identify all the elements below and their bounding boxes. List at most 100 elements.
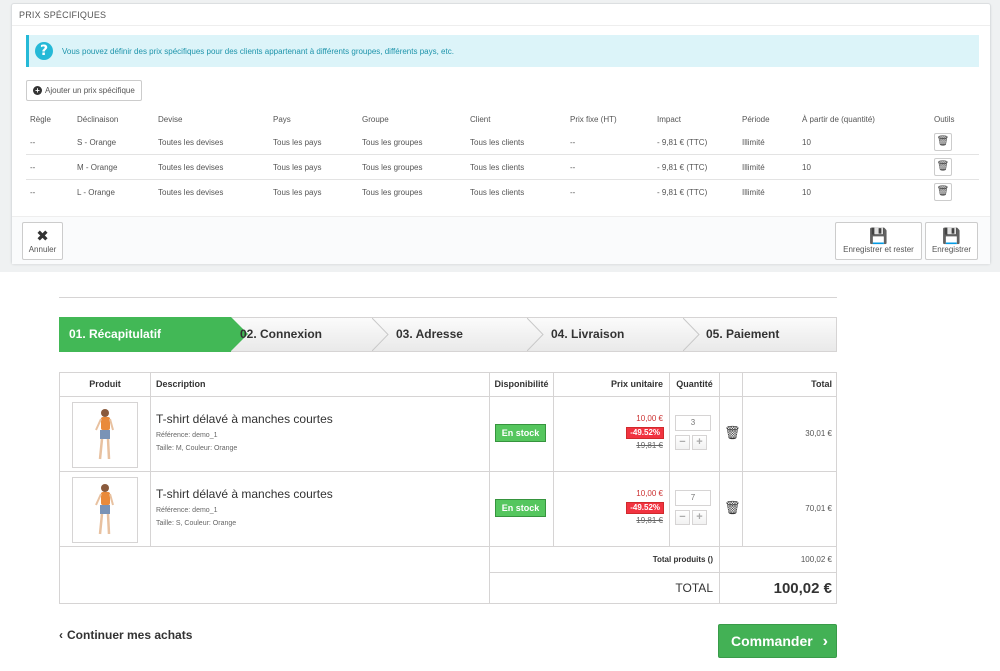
step-payment[interactable]: 05. Paiement bbox=[706, 318, 779, 351]
total-cell: 30,01 € bbox=[743, 397, 837, 472]
continue-shopping-label: Continuer mes achats bbox=[67, 628, 193, 642]
save-and-stay-label: Enregistrer et rester bbox=[843, 245, 914, 254]
panel-title: PRIX SPÉCIFIQUES bbox=[12, 4, 990, 26]
continue-shopping-link[interactable]: ‹ Continuer mes achats bbox=[59, 628, 192, 642]
cell-combination: L - Orange bbox=[77, 188, 115, 197]
chevron-right-icon: › bbox=[822, 633, 828, 650]
product-attributes-link[interactable]: Taille: S, Couleur: Orange bbox=[156, 520, 236, 527]
in-stock-badge: En stock bbox=[495, 424, 546, 442]
total-label: TOTAL bbox=[490, 573, 720, 604]
cell-impact: - 9,81 € (TTC) bbox=[657, 188, 708, 197]
step-address[interactable]: 03. Adresse bbox=[396, 318, 463, 351]
header-quantity: Quantité bbox=[670, 373, 720, 397]
cell-impact: - 9,81 € (TTC) bbox=[657, 163, 708, 172]
discount-badge: -49.52% bbox=[626, 502, 664, 514]
cell-rule: -- bbox=[30, 163, 36, 172]
cart-table: Produit Description Disponibilité Prix u… bbox=[59, 372, 837, 604]
cell-currency: Toutes les devises bbox=[158, 188, 224, 197]
chevron-left-icon: ‹ bbox=[59, 628, 63, 642]
add-specific-price-button[interactable]: + Ajouter un prix spécifique bbox=[26, 80, 142, 101]
cell-currency: Toutes les devises bbox=[158, 138, 224, 147]
product-image-cell bbox=[60, 472, 151, 547]
cell-rule: -- bbox=[30, 138, 36, 147]
step-summary[interactable]: 01. Récapitulatif bbox=[69, 318, 161, 351]
checkout-button[interactable]: Commander › bbox=[718, 624, 837, 658]
unit-price: 10,00 € bbox=[636, 489, 663, 498]
step-login[interactable]: 02. Connexion bbox=[240, 318, 322, 351]
discount-badge: -49.52% bbox=[626, 427, 664, 439]
cell-from-quantity: 10 bbox=[802, 188, 811, 197]
step-separator bbox=[372, 318, 389, 351]
cell-from-quantity: 10 bbox=[802, 163, 811, 172]
plus-circle-icon: + bbox=[33, 86, 42, 95]
quantity-increase-button[interactable]: + bbox=[692, 435, 707, 450]
cell-impact: - 9,81 € (TTC) bbox=[657, 138, 708, 147]
cell-fixed-price: -- bbox=[570, 138, 576, 147]
delete-price-button[interactable]: 🗑 bbox=[934, 133, 952, 151]
line-total: 70,01 € bbox=[805, 504, 832, 513]
cell-combination: S - Orange bbox=[77, 138, 117, 147]
add-specific-price-label: Ajouter un prix spécifique bbox=[45, 86, 135, 95]
quantity-decrease-button[interactable]: − bbox=[675, 435, 690, 450]
product-reference: Référence: demo_1 bbox=[156, 507, 218, 514]
col-period: Période bbox=[742, 115, 770, 124]
line-total: 30,01 € bbox=[805, 429, 832, 438]
product-image[interactable] bbox=[72, 477, 138, 543]
delete-price-button[interactable]: 🗑 bbox=[934, 158, 952, 176]
panel-footer: ✖ Annuler 💾 Enregistrer et rester 💾 Enre… bbox=[12, 216, 990, 264]
trash-icon: 🗑 bbox=[936, 161, 950, 172]
old-price: 19,81 € bbox=[636, 516, 663, 525]
col-currency: Devise bbox=[158, 115, 183, 124]
cell-customer: Tous les clients bbox=[470, 188, 525, 197]
checkout-steps: 01. Récapitulatif 02. Connexion 03. Adre… bbox=[59, 317, 837, 352]
col-fixed-price: Prix fixe (HT) bbox=[570, 115, 617, 124]
col-customer: Client bbox=[470, 115, 491, 124]
delete-price-button[interactable]: 🗑 bbox=[934, 183, 952, 201]
info-text: Vous pouvez définir des prix spécifiques… bbox=[62, 46, 454, 56]
availability-cell: En stock bbox=[490, 472, 554, 547]
delete-cell: 🗑 bbox=[720, 397, 743, 472]
quantity-decrease-button[interactable]: − bbox=[675, 510, 690, 525]
cell-group: Tous les groupes bbox=[362, 138, 423, 147]
quantity-cell: 7 − + bbox=[670, 472, 720, 547]
product-attributes-link[interactable]: Taille: M, Couleur: Orange bbox=[156, 445, 237, 452]
cancel-button[interactable]: ✖ Annuler bbox=[22, 222, 63, 260]
checkout-label: Commander bbox=[731, 633, 813, 649]
cell-group: Tous les groupes bbox=[362, 163, 423, 172]
cell-group: Tous les groupes bbox=[362, 188, 423, 197]
trash-icon[interactable]: 🗑 bbox=[724, 425, 741, 441]
quantity-input[interactable]: 3 bbox=[675, 415, 711, 431]
specific-price-row: -- M - Orange Toutes les devises Tous le… bbox=[26, 155, 979, 180]
trash-icon[interactable]: 🗑 bbox=[724, 500, 741, 516]
quantity-increase-button[interactable]: + bbox=[692, 510, 707, 525]
cell-period: Illimité bbox=[742, 138, 765, 147]
quantity-input[interactable]: 7 bbox=[675, 490, 711, 506]
total-cell: 70,01 € bbox=[743, 472, 837, 547]
total-products-label: Total produits () bbox=[490, 547, 720, 573]
product-name-link[interactable]: T-shirt délavé à manches courtes bbox=[156, 412, 333, 426]
header-description: Description bbox=[151, 373, 490, 397]
product-image[interactable] bbox=[72, 402, 138, 468]
save-button[interactable]: 💾 Enregistrer bbox=[925, 222, 978, 260]
step-shipping[interactable]: 04. Livraison bbox=[551, 318, 624, 351]
availability-cell: En stock bbox=[490, 397, 554, 472]
product-name-link[interactable]: T-shirt délavé à manches courtes bbox=[156, 487, 333, 501]
col-combination: Déclinaison bbox=[77, 115, 119, 124]
old-price: 19,81 € bbox=[636, 441, 663, 450]
unit-price-cell: 10,00 € -49.52% 19,81 € bbox=[554, 472, 670, 547]
totals-spacer bbox=[60, 547, 490, 604]
unit-price: 10,00 € bbox=[636, 414, 663, 423]
trash-icon: 🗑 bbox=[936, 136, 950, 147]
delete-cell: 🗑 bbox=[720, 472, 743, 547]
col-impact: Impact bbox=[657, 115, 682, 124]
cell-country: Tous les pays bbox=[273, 138, 322, 147]
step-separator bbox=[683, 318, 700, 351]
save-and-stay-button[interactable]: 💾 Enregistrer et rester bbox=[835, 222, 922, 260]
total-products-value: 100,02 € bbox=[720, 547, 837, 573]
quantity-cell: 3 − + bbox=[670, 397, 720, 472]
cell-period: Illimité bbox=[742, 188, 765, 197]
header-delete bbox=[720, 373, 743, 397]
col-tools: Outils bbox=[934, 115, 955, 124]
product-description-cell: T-shirt délavé à manches courtes Référen… bbox=[151, 472, 490, 547]
specific-prices-header: Règle Déclinaison Devise Pays Groupe Cli… bbox=[26, 107, 979, 132]
